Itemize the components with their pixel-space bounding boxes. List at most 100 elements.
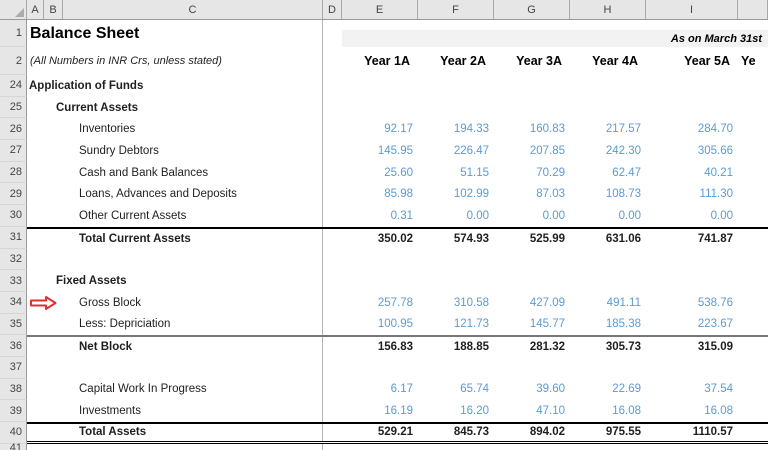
- cell-label-38[interactable]: Capital Work In Progress: [27, 378, 323, 401]
- column-header-B[interactable]: B: [44, 0, 63, 19]
- cell-value-26-3[interactable]: 160.83: [494, 118, 570, 140]
- cell-value-41-3[interactable]: [494, 444, 570, 450]
- cell-value-39-5[interactable]: 16.08: [646, 400, 738, 422]
- cell-d31[interactable]: [323, 229, 342, 249]
- cell-d29[interactable]: [323, 183, 342, 205]
- cell-value-29-5[interactable]: 111.30: [646, 183, 738, 205]
- cell-value-29-1[interactable]: 85.98: [342, 183, 418, 205]
- cell-j38[interactable]: [738, 379, 768, 401]
- cell-value-24-4[interactable]: [570, 75, 646, 97]
- year-header-4[interactable]: Year 4A: [570, 47, 646, 75]
- cell-value-37-2[interactable]: [418, 357, 494, 379]
- column-header-F[interactable]: F: [418, 0, 494, 19]
- cell-d28[interactable]: [323, 162, 342, 184]
- cell-value-38-1[interactable]: 6.17: [342, 379, 418, 401]
- cell-j25[interactable]: [738, 97, 768, 119]
- cell-d30[interactable]: [323, 205, 342, 227]
- cell-value-34-1[interactable]: 257.78: [342, 292, 418, 314]
- row-header-2[interactable]: 2: [0, 47, 27, 75]
- row-header-32[interactable]: 32: [0, 248, 27, 271]
- cell-value-31-5[interactable]: 741.87: [646, 229, 738, 249]
- cell-value-27-5[interactable]: 305.66: [646, 140, 738, 162]
- cell-value-26-2[interactable]: 194.33: [418, 118, 494, 140]
- cell-value-34-3[interactable]: 427.09: [494, 292, 570, 314]
- cell-d26[interactable]: [323, 118, 342, 140]
- cell-j33[interactable]: [738, 270, 768, 292]
- cell-empty-37[interactable]: [27, 356, 323, 379]
- cell-d36[interactable]: [323, 337, 342, 357]
- row-header-34[interactable]: 34: [0, 291, 27, 314]
- cell-value-40-3[interactable]: 894.02: [494, 424, 570, 441]
- cell-value-24-5[interactable]: [646, 75, 738, 97]
- cell-d33[interactable]: [323, 270, 342, 292]
- cell-value-38-4[interactable]: 22.69: [570, 379, 646, 401]
- cell-label-40[interactable]: Total Assets: [27, 424, 323, 441]
- cell-value-29-2[interactable]: 102.99: [418, 183, 494, 205]
- row-header-40[interactable]: 40: [0, 422, 27, 444]
- column-header-D[interactable]: D: [323, 0, 342, 19]
- cell-value-32-2[interactable]: [418, 249, 494, 271]
- cell-value-30-1[interactable]: 0.31: [342, 205, 418, 227]
- cell-value-31-1[interactable]: 350.02: [342, 229, 418, 249]
- cell-value-27-4[interactable]: 242.30: [570, 140, 646, 162]
- cell-d27[interactable]: [323, 140, 342, 162]
- cell-value-38-5[interactable]: 37.54: [646, 379, 738, 401]
- cell-label-33[interactable]: Fixed Assets: [27, 270, 323, 292]
- cell-value-38-2[interactable]: 65.74: [418, 379, 494, 401]
- cell-j27[interactable]: [738, 140, 768, 162]
- cell-j28[interactable]: [738, 162, 768, 184]
- cell-j26[interactable]: [738, 118, 768, 140]
- row-header-1[interactable]: 1: [0, 20, 27, 47]
- cell-value-41-1[interactable]: [342, 444, 418, 450]
- cell-value-33-2[interactable]: [418, 270, 494, 292]
- cell-d41[interactable]: [323, 444, 342, 450]
- column-header-I[interactable]: I: [646, 0, 738, 19]
- cell-value-25-4[interactable]: [570, 97, 646, 119]
- cell-label-35[interactable]: Less: Depriciation: [27, 313, 323, 336]
- cell-label-34[interactable]: Gross Block: [27, 291, 323, 314]
- year-header-2[interactable]: Year 2A: [418, 47, 494, 75]
- cell-value-37-3[interactable]: [494, 357, 570, 379]
- column-header-E[interactable]: E: [342, 0, 418, 19]
- cell-value-41-2[interactable]: [418, 444, 494, 450]
- cell-value-36-2[interactable]: 188.85: [418, 337, 494, 357]
- cell-label-27[interactable]: Sundry Debtors: [27, 140, 323, 162]
- cell-value-33-4[interactable]: [570, 270, 646, 292]
- cell-value-32-5[interactable]: [646, 249, 738, 271]
- cell-value-39-2[interactable]: 16.20: [418, 400, 494, 422]
- cell-value-26-5[interactable]: 284.70: [646, 118, 738, 140]
- cell-value-36-3[interactable]: 281.32: [494, 337, 570, 357]
- cell-value-41-5[interactable]: [646, 444, 738, 450]
- cell-value-35-5[interactable]: 223.67: [646, 314, 738, 336]
- column-header-G[interactable]: G: [494, 0, 570, 19]
- cell-value-26-4[interactable]: 217.57: [570, 118, 646, 140]
- cell-value-31-3[interactable]: 525.99: [494, 229, 570, 249]
- cell-value-32-3[interactable]: [494, 249, 570, 271]
- cell-value-30-5[interactable]: 0.00: [646, 205, 738, 227]
- cell-label-36[interactable]: Net Block: [27, 337, 323, 357]
- cell-value-40-1[interactable]: 529.21: [342, 424, 418, 441]
- cell-value-34-4[interactable]: 491.11: [570, 292, 646, 314]
- cell-value-28-3[interactable]: 70.29: [494, 162, 570, 184]
- row-header-33[interactable]: 33: [0, 270, 27, 292]
- cell-value-28-5[interactable]: 40.21: [646, 162, 738, 184]
- cell-value-25-5[interactable]: [646, 97, 738, 119]
- units-note-cell[interactable]: (All Numbers in INR Crs, unless stated): [27, 47, 323, 75]
- year-header-6-partial[interactable]: Ye: [738, 47, 768, 75]
- cell-d32[interactable]: [323, 249, 342, 271]
- cell-d2[interactable]: [323, 47, 342, 75]
- cell-value-27-2[interactable]: 226.47: [418, 140, 494, 162]
- cell-value-41-4[interactable]: [570, 444, 646, 450]
- cell-value-35-1[interactable]: 100.95: [342, 314, 418, 336]
- cell-value-39-1[interactable]: 16.19: [342, 400, 418, 422]
- cell-value-37-5[interactable]: [646, 357, 738, 379]
- cell-d34[interactable]: [323, 292, 342, 314]
- cell-j39[interactable]: [738, 400, 768, 422]
- cell-value-33-5[interactable]: [646, 270, 738, 292]
- year-header-3[interactable]: Year 3A: [494, 47, 570, 75]
- cell-value-35-3[interactable]: 145.77: [494, 314, 570, 336]
- cell-value-35-2[interactable]: 121.73: [418, 314, 494, 336]
- year-header-5[interactable]: Year 5A: [646, 47, 738, 75]
- cell-j32[interactable]: [738, 249, 768, 271]
- row-header-37[interactable]: 37: [0, 356, 27, 379]
